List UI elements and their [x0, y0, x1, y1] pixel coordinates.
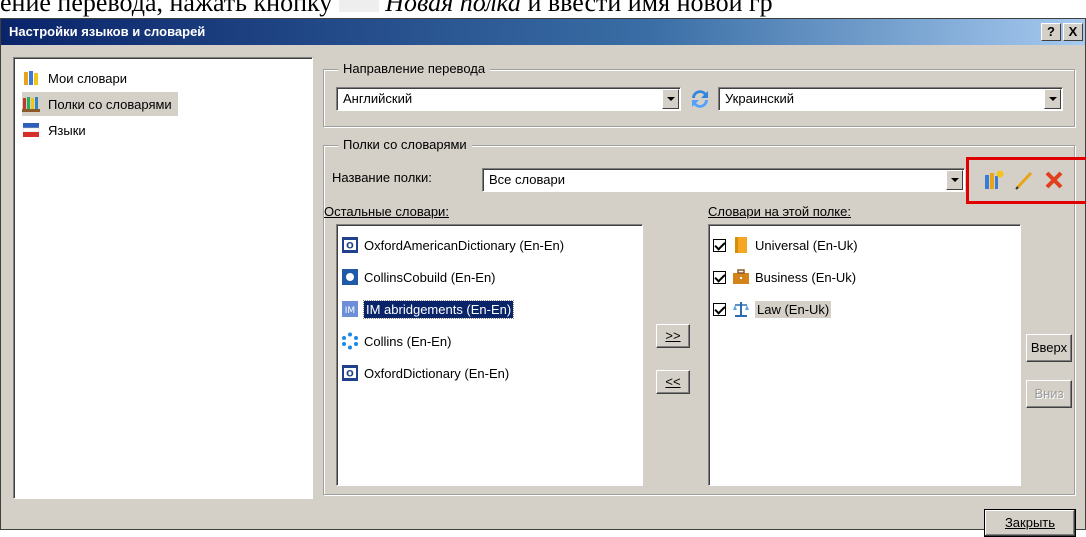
- window-title: Настройки языков и словарей: [9, 24, 206, 39]
- svg-text:O: O: [346, 370, 354, 380]
- chevron-down-icon[interactable]: [946, 170, 963, 190]
- shelf-name-label: Название полки:: [332, 170, 432, 185]
- help-button[interactable]: ?: [1041, 23, 1061, 41]
- universal-icon: [732, 236, 750, 254]
- other-dictionaries-list[interactable]: O OxfordAmericanDictionary (En-En) Colli…: [336, 224, 643, 486]
- doc-text-a: ение перевода, нажать кнопку: [0, 0, 333, 17]
- law-icon: [732, 300, 750, 318]
- list-item[interactable]: Collins (En-En): [341, 329, 451, 353]
- doc-blank-button-image: [338, 0, 379, 13]
- shelves-group: Полки со словарями Название полки: Все с…: [323, 137, 1086, 495]
- doc-text-c: и ввести имя новой гр: [527, 0, 773, 17]
- list-item[interactable]: CollinsCobuild (En-En): [341, 265, 496, 289]
- flag-icon: [22, 121, 40, 139]
- list-item[interactable]: O OxfordDictionary (En-En): [341, 361, 509, 385]
- im-icon: IM: [341, 300, 359, 318]
- remove-from-shelf-button[interactable]: <<: [656, 370, 690, 394]
- sidebar-item-shelves[interactable]: Полки со словарями: [22, 92, 178, 116]
- new-shelf-icon[interactable]: [982, 168, 1006, 192]
- oxford-icon: O: [341, 236, 359, 254]
- document-text-fragment: ение перевода, нажать кнопку Новая полка…: [0, 0, 1086, 18]
- sidebar-item-my-dictionaries[interactable]: Мои словари: [22, 66, 133, 90]
- shelf-name-value: Все словари: [489, 172, 565, 187]
- svg-text:IM: IM: [345, 306, 355, 316]
- briefcase-icon: [732, 268, 750, 286]
- shelves-group-title: Полки со словарями: [338, 137, 472, 152]
- sidebar-item-languages[interactable]: Языки: [22, 118, 92, 142]
- doc-text-b: Новая полка: [385, 0, 521, 17]
- move-up-button[interactable]: Вверх: [1026, 334, 1072, 362]
- close-window-button[interactable]: X: [1063, 23, 1083, 41]
- list-item[interactable]: Business (En-Uk): [713, 265, 856, 289]
- target-language-value: Украинский: [725, 91, 794, 106]
- edit-shelf-icon[interactable]: [1012, 168, 1036, 192]
- dictionary-checkbox[interactable]: [713, 238, 726, 252]
- close-dialog-button[interactable]: Закрыть: [984, 509, 1076, 537]
- target-language-select[interactable]: Украинский: [718, 87, 1063, 111]
- dictionary-checkbox[interactable]: [713, 302, 726, 316]
- move-down-button[interactable]: Вниз: [1026, 380, 1072, 408]
- svg-text:O: O: [346, 242, 354, 252]
- on-shelf-dictionaries-list[interactable]: Universal (En-Uk) Business (En-Uk) Law (…: [708, 224, 1021, 486]
- collins-cobuild-icon: [341, 268, 359, 286]
- shelf-name-select[interactable]: Все словари: [482, 168, 965, 192]
- books-icon: [22, 69, 40, 87]
- shelf-icon: [22, 95, 40, 113]
- sidebar-nav: Мои словари Полки со словарями Языки: [13, 57, 313, 499]
- delete-shelf-icon[interactable]: [1042, 168, 1066, 192]
- list-item[interactable]: Universal (En-Uk): [713, 233, 858, 257]
- sidebar-item-label: Языки: [48, 122, 86, 138]
- list-item[interactable]: O OxfordAmericanDictionary (En-En): [341, 233, 564, 257]
- chevron-down-icon[interactable]: [1044, 89, 1061, 109]
- oxford-icon: O: [341, 364, 359, 382]
- on-shelf-label: Словари на этой полке:: [708, 204, 851, 219]
- list-item[interactable]: Law (En-Uk): [713, 297, 832, 321]
- translation-direction-group: Направление перевода Английский Украинск…: [323, 61, 1075, 127]
- add-to-shelf-button[interactable]: >>: [656, 324, 690, 348]
- list-item[interactable]: IM IM abridgements (En-En): [341, 297, 515, 321]
- sidebar-item-label: Полки со словарями: [48, 96, 172, 112]
- source-language-select[interactable]: Английский: [336, 87, 681, 111]
- translation-direction-title: Направление перевода: [338, 61, 491, 76]
- collins-icon: [341, 332, 359, 350]
- dictionary-checkbox[interactable]: [713, 270, 726, 284]
- title-bar: Настройки языков и словарей ? X: [1, 19, 1085, 45]
- sidebar-item-label: Мои словари: [48, 70, 128, 86]
- other-dictionaries-label: Остальные словари:: [324, 204, 449, 219]
- swap-languages-icon[interactable]: [688, 88, 712, 110]
- source-language-value: Английский: [343, 91, 413, 106]
- settings-dialog: Настройки языков и словарей ? X Мои слов…: [0, 18, 1086, 537]
- chevron-down-icon[interactable]: [662, 89, 679, 109]
